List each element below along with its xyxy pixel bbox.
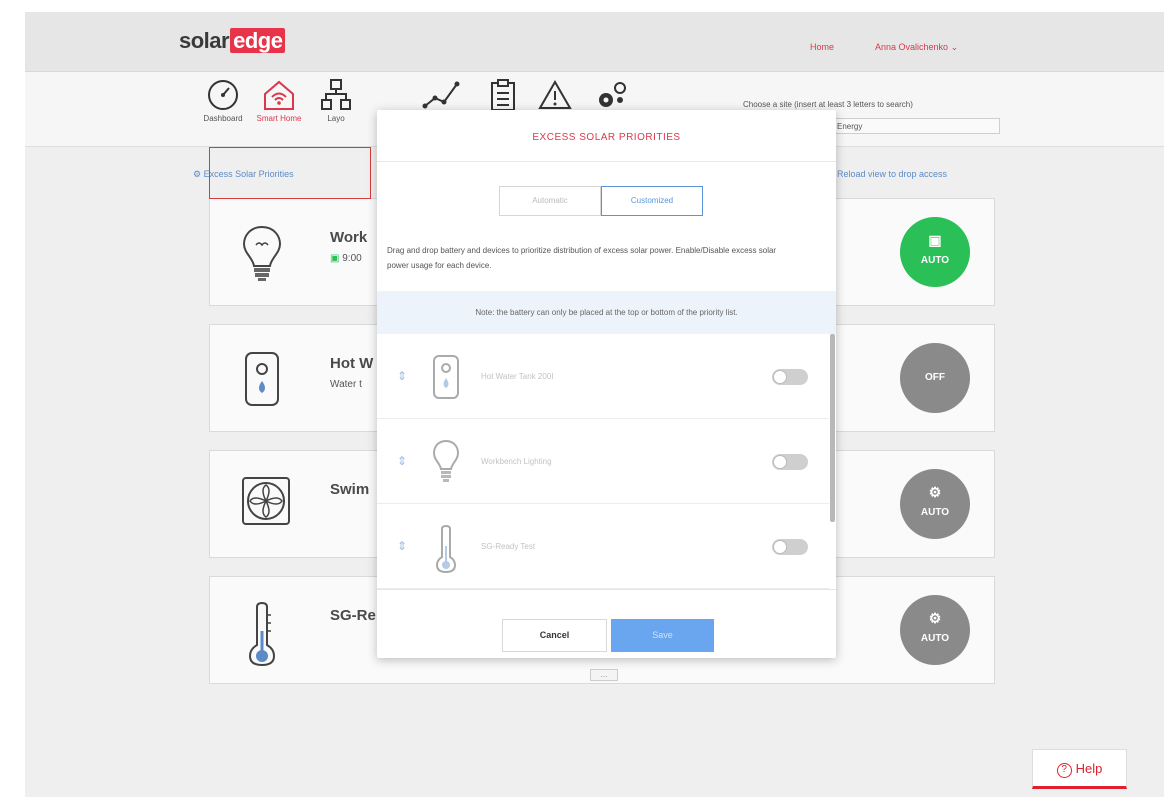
logo-text-solar: solar (179, 28, 230, 53)
nav-layout[interactable]: Layo (306, 78, 366, 123)
toggle-knob (773, 540, 787, 554)
device-status-label: AUTO (920, 507, 950, 518)
nav-reports[interactable] (473, 78, 533, 112)
device-status-label: AUTO (920, 255, 950, 266)
light-bulb-icon (242, 225, 282, 281)
nav-layout-label: Layo (327, 114, 345, 123)
app-frame: solar edge Home Anna Ovalichenko ⌄ Dashbo… (25, 12, 1164, 797)
mode-toggle: Automatic Customized (499, 186, 703, 216)
device-status-button[interactable]: OFF (900, 343, 970, 413)
mode-automatic-button[interactable]: Automatic (499, 186, 601, 216)
more-options-button[interactable]: ... (590, 669, 618, 681)
reload-view-link[interactable]: Reload view to drop access (837, 169, 947, 179)
gear-icon: ⚙ (928, 610, 942, 626)
device-status-button[interactable]: ⚙ AUTO (900, 469, 970, 539)
device-card-title: Work (330, 229, 368, 246)
site-search-label: Choose a site (insert at least 3 letters… (743, 100, 913, 109)
dialog-description: Drag and drop battery and devices to pri… (387, 246, 777, 270)
calendar-icon: ▣ (330, 253, 343, 264)
highlight-box (209, 147, 371, 199)
device-status-label: AUTO (920, 633, 950, 644)
top-header: solar edge Home Anna Ovalichenko ⌄ (25, 12, 1164, 72)
help-icon: ? (1056, 763, 1072, 778)
layout-icon (321, 79, 351, 110)
device-name: SG-Ready Test (481, 542, 536, 551)
user-name: Anna Ovalichenko (875, 42, 949, 52)
home-link[interactable]: Home (810, 42, 834, 52)
priority-list-item[interactable]: ⇕ Workbench Lighting (377, 419, 829, 504)
calendar-icon: ▣ (928, 232, 942, 248)
cancel-button[interactable]: Cancel (502, 619, 607, 652)
gauge-icon (208, 80, 238, 110)
device-name: Workbench Lighting (481, 457, 552, 466)
device-card-subtitle: Water t (330, 379, 362, 390)
nav-smart-home-label: Smart Home (256, 114, 302, 123)
toggle-knob (773, 455, 787, 469)
site-search-input[interactable] (830, 118, 1000, 134)
nav-admin[interactable] (582, 78, 642, 112)
device-enable-toggle[interactable] (772, 454, 808, 470)
nav-charts[interactable] (412, 78, 472, 112)
mode-customized-button[interactable]: Customized (601, 186, 703, 216)
device-card-title: Hot W (330, 355, 374, 372)
pool-fan-icon (242, 477, 290, 525)
device-enable-toggle[interactable] (772, 539, 808, 555)
water-heater-icon (245, 352, 279, 406)
admin-icon (599, 82, 626, 107)
gear-icon: ⚙ (928, 484, 942, 500)
help-button[interactable]: ? Help (1032, 749, 1127, 789)
light-bulb-icon (432, 439, 460, 482)
device-card-subtitle: ▣ 9:00 (330, 253, 362, 264)
nav-alerts[interactable] (525, 78, 585, 112)
device-status-button[interactable]: ⚙ AUTO (900, 595, 970, 665)
nav-smart-home[interactable]: Smart Home (249, 78, 309, 123)
priority-list: ⇕ Hot Water Tank 200I ⇕ Workbench Lighti… (377, 334, 836, 590)
drag-handle-icon[interactable]: ⇕ (397, 455, 407, 467)
logo-text-edge: edge (230, 28, 286, 53)
priority-list-item[interactable]: ⇕ Hot Water Tank 200I (377, 334, 829, 419)
save-button[interactable]: Save (611, 619, 714, 652)
chevron-down-icon: ⌄ (950, 42, 959, 52)
smart-home-icon (264, 80, 294, 110)
nav-dashboard[interactable]: Dashboard (193, 78, 253, 123)
gear-icon: ⚙ (193, 169, 204, 179)
device-card-title: Swim (330, 481, 370, 498)
nav-dashboard-label: Dashboard (203, 114, 243, 123)
drag-handle-icon[interactable]: ⇕ (397, 540, 407, 552)
reports-icon (491, 79, 515, 111)
help-label: Help (1075, 761, 1103, 776)
charts-icon (422, 81, 460, 109)
dialog-title: EXCESS SOLAR PRIORITIES (377, 110, 836, 162)
user-menu[interactable]: Anna Ovalichenko ⌄ (875, 42, 958, 53)
excess-solar-priorities-dialog: EXCESS SOLAR PRIORITIES Automatic Custom… (377, 110, 836, 658)
thermometer-icon (248, 601, 276, 667)
device-status-label: OFF (925, 372, 945, 383)
toggle-knob (773, 370, 787, 384)
drag-handle-icon[interactable]: ⇕ (397, 370, 407, 382)
water-heater-icon (433, 355, 459, 399)
alerts-icon (538, 79, 572, 109)
solaredge-logo[interactable]: solar edge (179, 28, 286, 54)
priority-list-item[interactable]: ⇕ SG-Ready Test (377, 504, 829, 589)
battery-note: Note: the battery can only be placed at … (377, 291, 836, 334)
device-enable-toggle[interactable] (772, 369, 808, 385)
device-status-button[interactable]: ▣ AUTO (900, 217, 970, 287)
device-card-title: SG-Re (330, 607, 376, 624)
device-name: Hot Water Tank 200I (481, 372, 554, 381)
thermometer-icon (435, 524, 457, 574)
device-card-schedule: 9:00 (342, 253, 362, 264)
priority-list-scrollbar[interactable] (830, 334, 835, 522)
